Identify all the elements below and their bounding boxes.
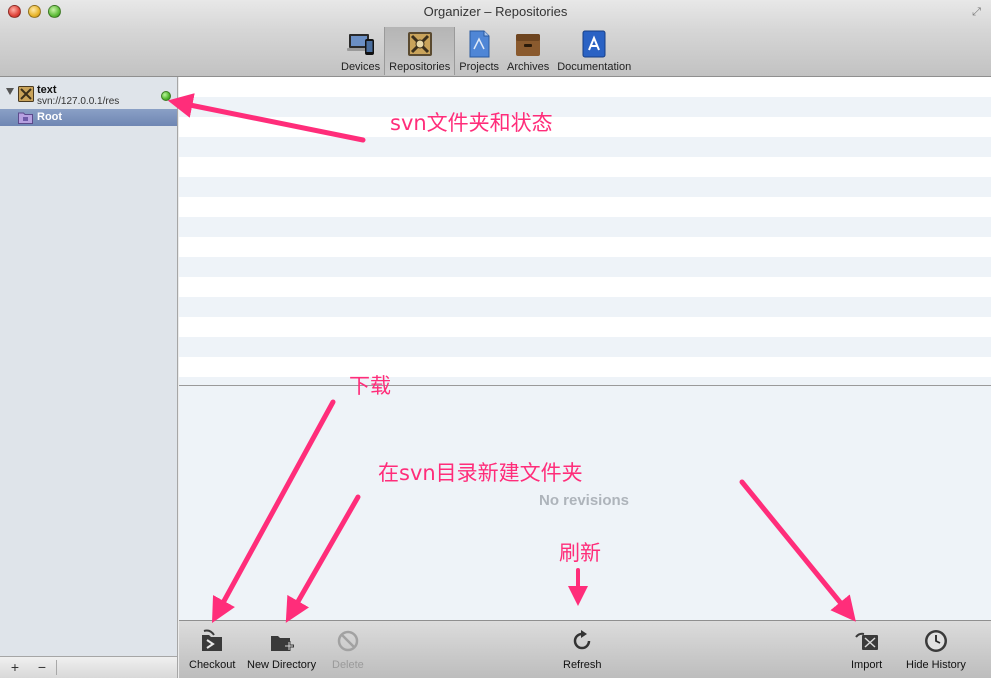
remove-repository-button[interactable]: − [33,659,51,675]
toolbar-documentation[interactable]: Documentation [553,27,635,75]
new-directory-button[interactable]: New Directory [247,627,316,671]
annotation-svn-folder-status: svn文件夹和状态 [390,111,553,135]
sidebar-item-root-label: Root [37,111,63,123]
repository-row[interactable]: text svn://127.0.0.1/res [0,80,177,108]
projects-icon [469,30,490,58]
repository-action-bar: Checkout New Directory Delete Refresh Im… [179,620,991,678]
import-icon [854,632,878,650]
annotation-refresh: 刷新 [559,541,601,565]
toolbar-repositories[interactable]: Repositories [384,27,456,75]
refresh-label: Refresh [563,659,602,671]
delete-button[interactable]: Delete [332,627,364,671]
title-toolbar: Organizer – Repositories ⤢ Devices Repos… [0,0,991,77]
disclosure-triangle-icon[interactable] [6,88,14,95]
toolbar-projects-label: Projects [459,61,500,73]
annotation-new-folder: 在svn目录新建文件夹 [378,461,583,485]
sidebar-footer: + − [0,656,177,678]
folder-icon [18,112,33,124]
repositories-sidebar: text svn://127.0.0.1/res Root + − [0,77,178,678]
checkout-button[interactable]: Checkout [189,627,235,671]
add-repository-button[interactable]: + [6,659,24,675]
repository-icon [18,86,34,102]
delete-icon [337,630,359,652]
hide-history-label: Hide History [906,659,966,671]
toolbar-projects[interactable]: Projects [455,27,503,75]
refresh-icon [574,630,591,650]
organizer-window: Organizer – Repositories ⤢ Devices Repos… [0,0,991,678]
new-directory-label: New Directory [247,659,317,671]
import-label: Import [851,659,883,671]
repository-name: text [37,84,57,96]
archives-icon [516,34,541,56]
toolbar-devices-label: Devices [341,61,381,73]
repository-contents-list[interactable] [179,77,991,385]
repositories-icon [407,32,432,56]
repository-status-indicator [161,91,171,101]
toolbar-devices[interactable]: Devices [337,27,384,75]
repository-url: svn://127.0.0.1/res [37,96,120,107]
hide-history-button[interactable]: Hide History [906,627,966,671]
toolbar-repositories-label: Repositories [389,61,451,73]
annotation-download: 下载 [349,374,391,398]
toolbar-documentation-label: Documentation [557,61,632,73]
import-button[interactable]: Import [851,627,882,671]
no-revisions-label: No revisions [538,492,630,509]
clock-icon [924,630,947,652]
sidebar-item-root[interactable]: Root [0,109,177,126]
devices-icon [346,34,374,55]
organizer-toolbar: Devices Repositories Projects Archives D… [337,27,635,75]
toolbar-archives[interactable]: Archives [503,27,553,75]
documentation-icon [582,30,606,58]
window-title: Organizer – Repositories [423,4,568,19]
checkout-icon [202,629,223,651]
footer-divider [56,660,57,675]
new-folder-icon [270,636,294,651]
refresh-button[interactable]: Refresh [563,627,602,671]
revisions-pane: No revisions [179,386,991,621]
checkout-label: Checkout [189,659,236,671]
toolbar-archives-label: Archives [507,61,550,73]
delete-label: Delete [332,659,364,671]
fullscreen-icon[interactable]: ⤢ [970,6,983,19]
